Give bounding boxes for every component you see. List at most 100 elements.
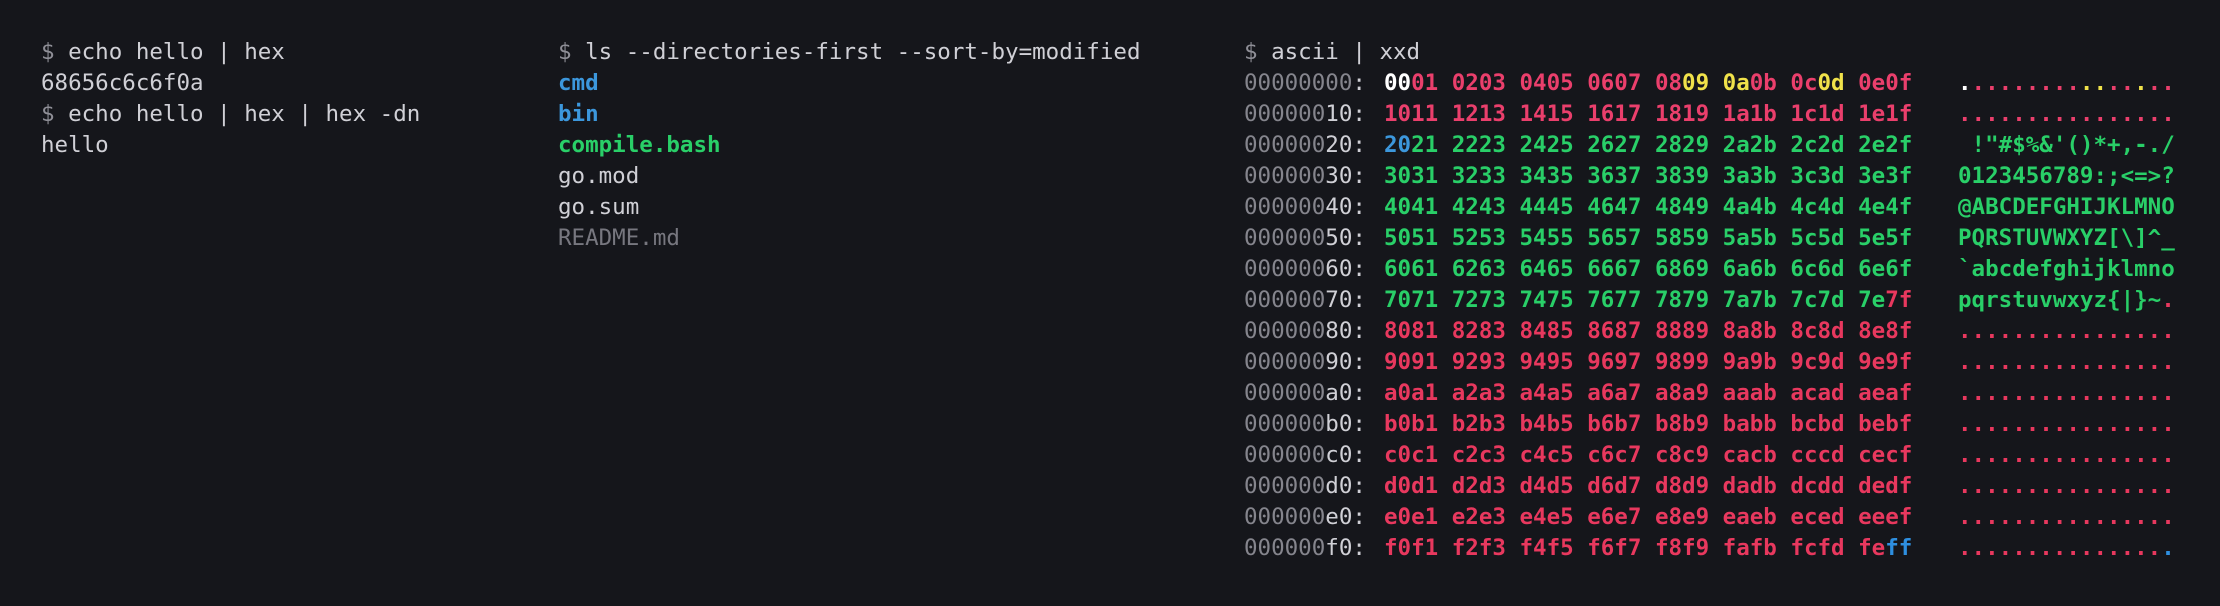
- hex-bytes: d0d1 d2d3 d4d5 d6d7 d8d9 dadb dcdd dedf: [1384, 471, 1912, 502]
- hexdump-row: 000000c0: c0c1 c2c3 c4c5 c6c7 c8c9 cacb c…: [1244, 440, 2175, 471]
- hex-byte-group: cccd: [1790, 442, 1845, 468]
- hex-byte-group: b8b9: [1654, 411, 1710, 437]
- hex-byte-group: 9c9d: [1790, 349, 1845, 375]
- hex-byte-group: 7a7b: [1722, 287, 1777, 313]
- hexdump-row: 000000d0: d0d1 d2d3 d4d5 d6d7 d8d9 dadb d…: [1244, 471, 2175, 502]
- hex-byte-group: 6667: [1587, 256, 1642, 282]
- prompt-symbol: $: [558, 39, 572, 65]
- hex-byte-group: 3637: [1587, 163, 1642, 189]
- hex-byte-group: 6a6b: [1722, 256, 1777, 282]
- hex-byte-group: f6f7: [1587, 535, 1642, 561]
- hex-bytes: 5051 5253 5455 5657 5859 5a5b 5c5d 5e5f: [1384, 223, 1912, 254]
- hex-byte-group: d6d7: [1587, 473, 1642, 499]
- hex-byte-group: 1011: [1384, 101, 1439, 127]
- hex-byte-group: 2e2f: [1858, 132, 1913, 158]
- hex-byte-group: fafb: [1722, 535, 1777, 561]
- hexdump-row: 000000f0: f0f1 f2f3 f4f5 f6f7 f8f9 fafb f…: [1244, 533, 2175, 564]
- ascii-column: ................: [1958, 504, 2175, 530]
- hex-byte-group: feff: [1858, 535, 1913, 561]
- hexdump-row: 00000070: 7071 7273 7475 7677 7879 7a7b 7…: [1244, 285, 2175, 316]
- hexdump-row: 00000090: 9091 9293 9495 9697 9899 9a9b 9…: [1244, 347, 2175, 378]
- prompt-symbol: $: [41, 101, 55, 127]
- hex-byte-group: 9091: [1384, 349, 1439, 375]
- file-entry-go-mod: go.mod: [558, 163, 640, 189]
- hex-byte-group: 2021: [1384, 132, 1439, 158]
- hexdump-row: 00000040: 4041 4243 4445 4647 4849 4a4b 4…: [1244, 192, 2175, 223]
- hex-byte-group: e6e7: [1587, 504, 1642, 530]
- hex-bytes: b0b1 b2b3 b4b5 b6b7 b8b9 babb bcbd bebf: [1384, 409, 1912, 440]
- hex-byte-group: b2b3: [1451, 411, 1506, 437]
- hex-byte-group: 3435: [1519, 163, 1574, 189]
- hex-byte-group: 7475: [1519, 287, 1574, 313]
- hex-byte-group: eeef: [1858, 504, 1913, 530]
- offset-label: 00000030:: [1244, 163, 1366, 189]
- ascii-column: !"#$%&'()*+,-./: [1971, 132, 2175, 158]
- hex-byte-group: acad: [1790, 380, 1845, 406]
- hex-bytes: 1011 1213 1415 1617 1819 1a1b 1c1d 1e1f: [1384, 99, 1912, 130]
- hex-byte-group: 8a8b: [1722, 318, 1777, 344]
- hex-byte-group: 4041: [1384, 194, 1439, 220]
- hex-byte-group: 1415: [1519, 101, 1574, 127]
- hex-byte-group: 4e4f: [1858, 194, 1913, 220]
- hexdump-row: 00000000: 0001 0203 0405 0607 0809 0a0b 0…: [1244, 68, 2175, 99]
- hex-bytes: c0c1 c2c3 c4c5 c6c7 c8c9 cacb cccd cecf: [1384, 440, 1912, 471]
- hex-byte-group: eced: [1790, 504, 1845, 530]
- offset-label: 000000a0:: [1244, 380, 1366, 406]
- ascii-column: ................: [1958, 349, 2175, 375]
- hex-bytes: 6061 6263 6465 6667 6869 6a6b 6c6d 6e6f: [1384, 254, 1912, 285]
- offset-label: 00000080:: [1244, 318, 1366, 344]
- offset-label: 000000e0:: [1244, 504, 1366, 530]
- hex-byte-group: f0f1: [1384, 535, 1439, 561]
- hex-byte-group: 5253: [1451, 225, 1506, 251]
- hex-byte-group: eaeb: [1722, 504, 1777, 530]
- file-entry-go-sum: go.sum: [558, 194, 640, 220]
- output-line: hello: [41, 130, 420, 161]
- file-entry-bin: bin: [558, 101, 599, 127]
- hex-byte-group: 9293: [1451, 349, 1506, 375]
- ascii-column: @ABCDEFGHIJKLMNO: [1958, 194, 2175, 220]
- hex-byte-group: 5051: [1384, 225, 1439, 251]
- hex-byte-group: dadb: [1722, 473, 1777, 499]
- hex-byte-group: 1a1b: [1722, 101, 1777, 127]
- hexdump-row: 00000030: 3031 3233 3435 3637 3839 3a3b 3…: [1244, 161, 2175, 192]
- terminal-panel-ls: $ ls --directories-first --sort-by=modif…: [558, 37, 1141, 254]
- prompt-symbol: $: [1244, 39, 1258, 65]
- hex-byte-group: a4a5: [1519, 380, 1574, 406]
- hex-byte-group: c0c1: [1384, 442, 1439, 468]
- ascii-column: ................: [1958, 70, 2175, 96]
- hex-byte-group: 3031: [1384, 163, 1439, 189]
- hex-byte-group: 6869: [1654, 256, 1710, 282]
- hex-bytes: 4041 4243 4445 4647 4849 4a4b 4c4d 4e4f: [1384, 192, 1912, 223]
- hex-byte-group: 5e5f: [1858, 225, 1913, 251]
- hex-byte-group: 8283: [1451, 318, 1506, 344]
- hex-byte-group: cacb: [1722, 442, 1777, 468]
- hex-bytes: e0e1 e2e3 e4e5 e6e7 e8e9 eaeb eced eeef: [1384, 502, 1912, 533]
- ascii-column: ................: [1958, 442, 2175, 468]
- offset-label: 000000c0:: [1244, 442, 1366, 468]
- hex-byte-group: 2627: [1587, 132, 1642, 158]
- command-text: echo hello | hex: [68, 39, 285, 65]
- hex-byte-group: 2223: [1451, 132, 1506, 158]
- hex-byte-group: bcbd: [1790, 411, 1845, 437]
- command-text: echo hello | hex | hex -dn: [68, 101, 421, 127]
- hexdump-row: 00000060: 6061 6263 6465 6667 6869 6a6b 6…: [1244, 254, 2175, 285]
- ascii-column: 0123456789:;<=>?: [1958, 163, 2175, 189]
- hex-byte-group: 9899: [1654, 349, 1710, 375]
- command-text: ls --directories-first --sort-by=modifie…: [585, 39, 1141, 65]
- hex-byte-group: 8485: [1519, 318, 1574, 344]
- hex-byte-group: 0001: [1384, 70, 1439, 96]
- hex-byte-group: 1e1f: [1858, 101, 1913, 127]
- hex-byte-group: 4a4b: [1722, 194, 1777, 220]
- hex-byte-group: 5c5d: [1790, 225, 1845, 251]
- hex-byte-group: 0e0f: [1858, 70, 1913, 96]
- hex-byte-group: cecf: [1858, 442, 1913, 468]
- hex-byte-group: 3a3b: [1722, 163, 1777, 189]
- hex-bytes: 3031 3233 3435 3637 3839 3a3b 3c3d 3e3f: [1384, 161, 1912, 192]
- file-entry-cmd: cmd: [558, 70, 599, 96]
- output-text: 68656c6c6f0a: [41, 70, 204, 96]
- hex-byte-group: 8889: [1654, 318, 1710, 344]
- hex-byte-group: 2a2b: [1722, 132, 1777, 158]
- hexdump-row: 000000e0: e0e1 e2e3 e4e5 e6e7 e8e9 eaeb e…: [1244, 502, 2175, 533]
- hex-byte-group: 8e8f: [1858, 318, 1913, 344]
- hex-byte-group: 8687: [1587, 318, 1642, 344]
